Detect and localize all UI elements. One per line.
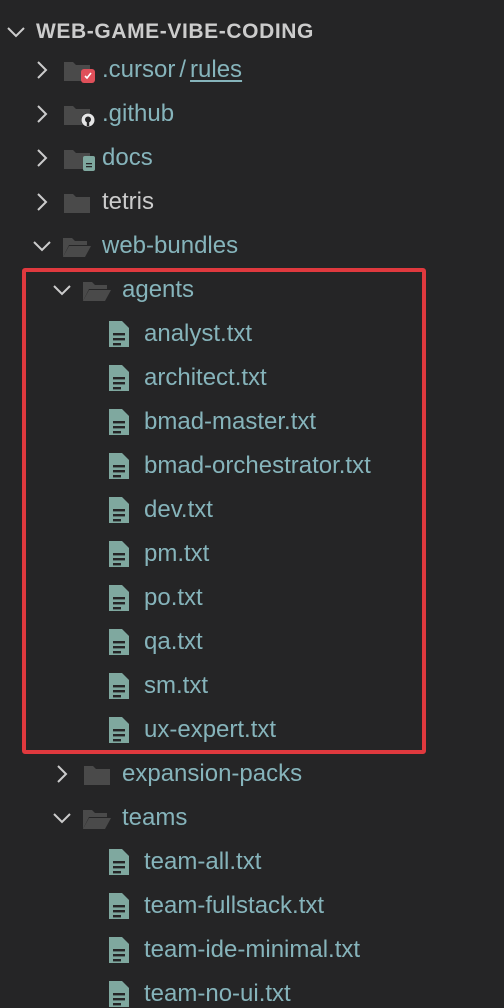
tree-item-file[interactable]: ux-expert.txt bbox=[0, 708, 504, 752]
tree-item-cursor-rules[interactable]: .cursor / rules bbox=[0, 48, 504, 92]
tree-item-label: qa.txt bbox=[144, 628, 203, 655]
tree-item-file[interactable]: pm.txt bbox=[0, 532, 504, 576]
file-text-icon bbox=[104, 891, 134, 921]
file-text-icon bbox=[104, 935, 134, 965]
github-folder-icon bbox=[62, 99, 95, 129]
tree-item-label: .cursor bbox=[102, 56, 176, 83]
chevron-right-icon bbox=[30, 146, 54, 170]
folder-open-icon bbox=[62, 231, 92, 261]
file-text-icon bbox=[104, 671, 134, 701]
tree-item-label: bmad-orchestrator.txt bbox=[144, 452, 371, 479]
file-text-icon bbox=[104, 363, 134, 393]
tree-item-label: architect.txt bbox=[144, 364, 267, 391]
tree-item-label: expansion-packs bbox=[122, 760, 303, 787]
file-text-icon bbox=[104, 451, 134, 481]
tree-item-file[interactable]: qa.txt bbox=[0, 620, 504, 664]
chevron-right-icon bbox=[30, 102, 54, 126]
tree-item-label: team-ide-minimal.txt bbox=[144, 936, 361, 963]
tree-item-file[interactable]: team-ide-minimal.txt bbox=[0, 928, 504, 972]
tree-item-file[interactable]: architect.txt bbox=[0, 356, 504, 400]
file-text-icon bbox=[104, 847, 134, 877]
chevron-right-icon bbox=[30, 58, 54, 82]
tree-item-file[interactable]: team-all.txt bbox=[0, 840, 504, 884]
tree-item-file[interactable]: bmad-orchestrator.txt bbox=[0, 444, 504, 488]
tree-item-label: po.txt bbox=[144, 584, 203, 611]
file-text-icon bbox=[104, 319, 134, 349]
tree-item-label: team-fullstack.txt bbox=[144, 892, 325, 919]
tree-item-agents[interactable]: agents bbox=[0, 268, 504, 312]
tree-item-label: dev.txt bbox=[144, 496, 213, 523]
folder-icon bbox=[62, 187, 92, 217]
path-separator: / bbox=[179, 56, 187, 83]
tree-item-label: teams bbox=[122, 804, 188, 831]
folder-open-icon bbox=[82, 803, 112, 833]
tree-item-expansion-packs[interactable]: expansion-packs bbox=[0, 752, 504, 796]
tree-item-label: docs bbox=[102, 144, 153, 171]
tree-item-file[interactable]: po.txt bbox=[0, 576, 504, 620]
tree-item-label: analyst.txt bbox=[144, 320, 253, 347]
file-text-icon bbox=[104, 495, 134, 525]
tree-item-label: pm.txt bbox=[144, 540, 210, 567]
chevron-right-icon bbox=[30, 190, 54, 214]
tree-item-label: tetris bbox=[102, 188, 155, 215]
tree-item-label: sm.txt bbox=[144, 672, 208, 699]
file-text-icon bbox=[104, 715, 134, 745]
file-text-icon bbox=[104, 627, 134, 657]
tree-item-docs[interactable]: docs bbox=[0, 136, 504, 180]
cursor-folder-icon bbox=[62, 55, 95, 85]
tree-item-file[interactable]: sm.txt bbox=[0, 664, 504, 708]
tree-item-file[interactable]: bmad-master.txt bbox=[0, 400, 504, 444]
tree-item-file[interactable]: team-no-ui.txt bbox=[0, 972, 504, 1008]
folder-icon bbox=[82, 759, 112, 789]
file-text-icon bbox=[104, 539, 134, 569]
tree-item-label: bmad-master.txt bbox=[144, 408, 317, 435]
chevron-down-icon bbox=[50, 806, 74, 830]
tree-item-label: ux-expert.txt bbox=[144, 716, 277, 743]
tree-item-web-bundles[interactable]: web-bundles bbox=[0, 224, 504, 268]
tree-item-label: team-all.txt bbox=[144, 848, 262, 875]
tree-item-tetris[interactable]: tetris bbox=[0, 180, 504, 224]
explorer-root-label: WEB-GAME-VIBE-CODING bbox=[36, 20, 314, 43]
tree-item-label: team-no-ui.txt bbox=[144, 980, 291, 1007]
tree-item-teams[interactable]: teams bbox=[0, 796, 504, 840]
chevron-down-icon bbox=[4, 20, 28, 44]
tree-item-label: .github bbox=[102, 100, 175, 127]
tree-item-sublabel[interactable]: rules bbox=[190, 58, 242, 82]
tree-item-label: web-bundles bbox=[102, 232, 239, 259]
tree-item-label: agents bbox=[122, 276, 195, 303]
file-text-icon bbox=[104, 583, 134, 613]
folder-open-icon bbox=[82, 275, 112, 305]
chevron-right-icon bbox=[50, 762, 74, 786]
tree-item-file[interactable]: analyst.txt bbox=[0, 312, 504, 356]
chevron-down-icon bbox=[50, 278, 74, 302]
tree-item-github[interactable]: .github bbox=[0, 92, 504, 136]
docs-folder-icon bbox=[62, 143, 95, 173]
tree-item-file[interactable]: team-fullstack.txt bbox=[0, 884, 504, 928]
tree-item-file[interactable]: dev.txt bbox=[0, 488, 504, 532]
file-text-icon bbox=[104, 407, 134, 437]
file-text-icon bbox=[104, 979, 134, 1008]
chevron-down-icon bbox=[30, 234, 54, 258]
